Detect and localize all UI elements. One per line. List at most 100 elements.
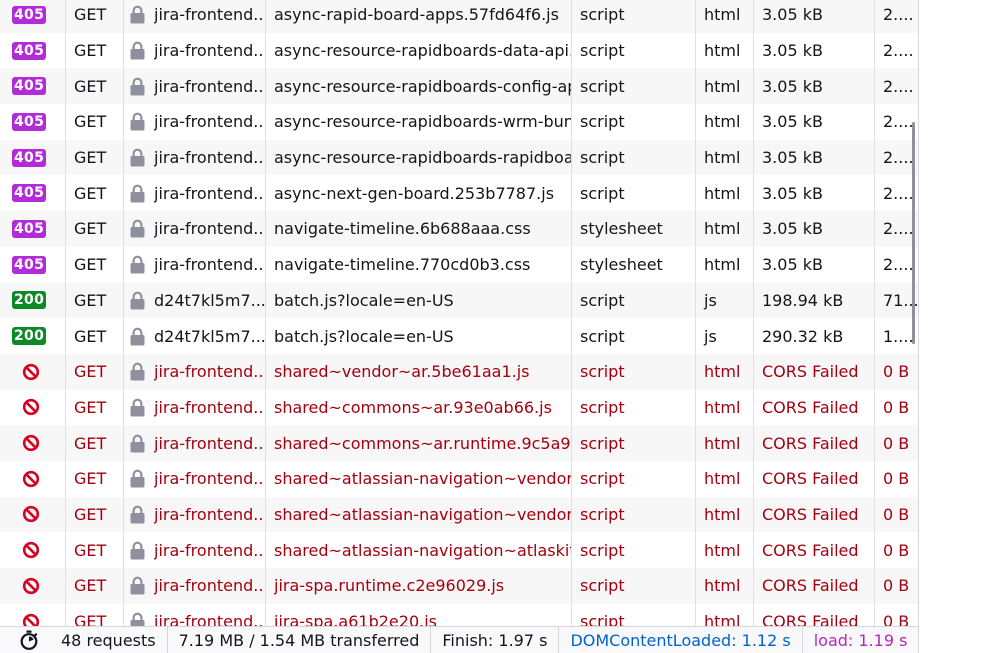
method-text: GET xyxy=(74,326,107,346)
status-badge: 405 xyxy=(12,148,47,167)
lock-icon xyxy=(130,576,145,595)
transferred-text: 3.05 kB xyxy=(762,112,823,132)
lock-icon xyxy=(130,184,145,203)
domain-text: jira-frontend... xyxy=(154,576,265,596)
type-text: html xyxy=(704,576,741,596)
file-cell: async-rapid-board-apps.57fd64f6.js xyxy=(266,0,572,33)
transferred-text: CORS Failed xyxy=(762,540,859,560)
file-text: async-rapid-board-apps.57fd64f6.js xyxy=(274,5,559,25)
cause-cell: script xyxy=(572,32,696,69)
method-cell: GET xyxy=(66,211,124,247)
domain-cell: jira-frontend... xyxy=(124,389,266,426)
request-row[interactable]: GET jira-frontend... shared~commons~ar.9… xyxy=(0,389,918,426)
request-row[interactable]: 200 GET d24t7kl5m7... batch.js?locale=en… xyxy=(0,318,918,354)
cause-cell: script xyxy=(572,496,696,533)
file-text: shared~atlassian-navigation~vendor~ar.r xyxy=(274,504,571,524)
status-cell: 405 xyxy=(6,175,66,212)
transferred-text: 3.05 kB xyxy=(762,255,823,275)
type-cell: html xyxy=(696,32,754,69)
transferred-text: CORS Failed xyxy=(762,469,859,489)
type-cell: html xyxy=(696,353,754,390)
method-text: GET xyxy=(74,76,107,96)
request-row[interactable]: GET jira-frontend... shared~commons~ar.r… xyxy=(0,425,918,461)
lock-icon xyxy=(130,41,145,60)
status-badge: 405 xyxy=(12,112,47,131)
dom-content-loaded-time: DOMContentLoaded: 1.12 s xyxy=(559,627,803,653)
request-row[interactable]: GET jira-frontend... shared~atlassian-na… xyxy=(0,496,918,533)
request-row[interactable]: 405 GET jira-frontend... navigate-timeli… xyxy=(0,211,918,247)
network-summary-bar: 48 requests 7.19 MB / 1.54 MB transferre… xyxy=(0,626,918,653)
method-text: GET xyxy=(74,397,107,417)
method-text: GET xyxy=(74,469,107,489)
request-row[interactable]: 200 GET d24t7kl5m7... batch.js?locale=en… xyxy=(0,282,918,319)
lock-icon xyxy=(130,541,145,560)
type-text: html xyxy=(704,112,741,132)
transferred-text: 3.05 kB xyxy=(762,5,823,25)
request-row[interactable]: 405 GET jira-frontend... async-resource-… xyxy=(0,104,918,140)
size-cell: 0 B xyxy=(875,354,918,390)
method-cell: GET xyxy=(66,68,124,105)
request-row[interactable]: 405 GET jira-frontend... navigate-timeli… xyxy=(0,246,918,283)
size-text: 0 B xyxy=(883,362,910,382)
request-row[interactable]: GET jira-frontend... shared~atlassian-na… xyxy=(0,532,918,568)
request-row[interactable]: 405 GET jira-frontend... async-resource-… xyxy=(0,139,918,176)
domain-text: d24t7kl5m7... xyxy=(154,326,265,346)
transferred-text: CORS Failed xyxy=(762,397,859,417)
cause-text: script xyxy=(580,76,625,96)
type-cell: html xyxy=(696,68,754,105)
request-row[interactable]: 405 GET jira-frontend... async-next-gen-… xyxy=(0,175,918,212)
method-cell: GET xyxy=(66,175,124,212)
cause-cell: script xyxy=(572,425,696,461)
method-cell: GET xyxy=(66,389,124,426)
request-row[interactable]: 405 GET jira-frontend... async-resource-… xyxy=(0,68,918,105)
domain-text: jira-frontend... xyxy=(154,76,265,96)
transferred-cell: 3.05 kB xyxy=(754,175,875,212)
domain-text: jira-frontend... xyxy=(154,362,265,382)
transferred-text: 3.05 kB xyxy=(762,219,823,239)
request-row[interactable]: GET jira-frontend... jira-spa.runtime.c2… xyxy=(0,568,918,604)
file-text: shared~commons~ar.93e0ab66.js xyxy=(274,397,552,417)
cause-cell: stylesheet xyxy=(572,211,696,247)
request-row[interactable]: 405 GET jira-frontend... async-rapid-boa… xyxy=(0,0,918,33)
request-row[interactable]: GET jira-frontend... shared~vendor~ar.5b… xyxy=(0,353,918,390)
transferred-text: 3.05 kB xyxy=(762,148,823,168)
blocked-icon xyxy=(22,577,40,594)
lock-icon xyxy=(130,220,145,238)
request-list: 405 GET jira-frontend... async-rapid-boa… xyxy=(0,0,918,640)
status-cell: 405 xyxy=(6,0,66,33)
request-row[interactable]: GET jira-frontend... shared~atlassian-na… xyxy=(0,460,918,497)
cause-cell: script xyxy=(572,353,696,390)
method-text: GET xyxy=(74,5,107,25)
cause-text: script xyxy=(580,183,625,203)
cause-cell: script xyxy=(572,532,696,568)
file-cell: shared~commons~ar.93e0ab66.js xyxy=(266,389,572,426)
lock-icon xyxy=(130,327,145,346)
blocked-icon xyxy=(22,470,40,487)
type-cell: html xyxy=(696,139,754,176)
type-text: html xyxy=(704,219,741,239)
request-row[interactable]: 405 GET jira-frontend... async-resource-… xyxy=(0,32,918,69)
size-text: 2.... xyxy=(883,76,914,96)
transferred-cell: 3.05 kB xyxy=(754,68,875,105)
method-text: GET xyxy=(74,504,107,524)
status-badge: 405 xyxy=(12,5,47,24)
type-text: html xyxy=(704,5,741,25)
blocked-icon xyxy=(22,542,40,559)
performance-analysis-button[interactable] xyxy=(0,627,50,653)
method-text: GET xyxy=(74,540,107,560)
type-text: html xyxy=(704,255,741,275)
load-time: load: 1.19 s xyxy=(813,630,908,650)
type-text: html xyxy=(704,504,741,524)
method-cell: GET xyxy=(66,318,124,354)
vertical-scrollbar[interactable] xyxy=(912,122,915,344)
file-cell: async-resource-rapidboards-data-api.724 xyxy=(266,32,572,69)
transferred-text: 3.05 kB xyxy=(762,183,823,203)
file-cell: async-resource-rapidboards-rapidboard-r xyxy=(266,139,572,176)
file-cell: async-resource-rapidboards-config-api.dl xyxy=(266,68,572,105)
file-text: jira-spa.runtime.c2e96029.js xyxy=(274,576,505,596)
status-cell xyxy=(6,496,66,533)
type-cell: js xyxy=(696,282,754,319)
domain-cell: jira-frontend... xyxy=(124,353,266,390)
transferred-size: 7.19 MB / 1.54 MB transferred xyxy=(168,627,432,653)
size-text: 2.... xyxy=(883,5,914,25)
